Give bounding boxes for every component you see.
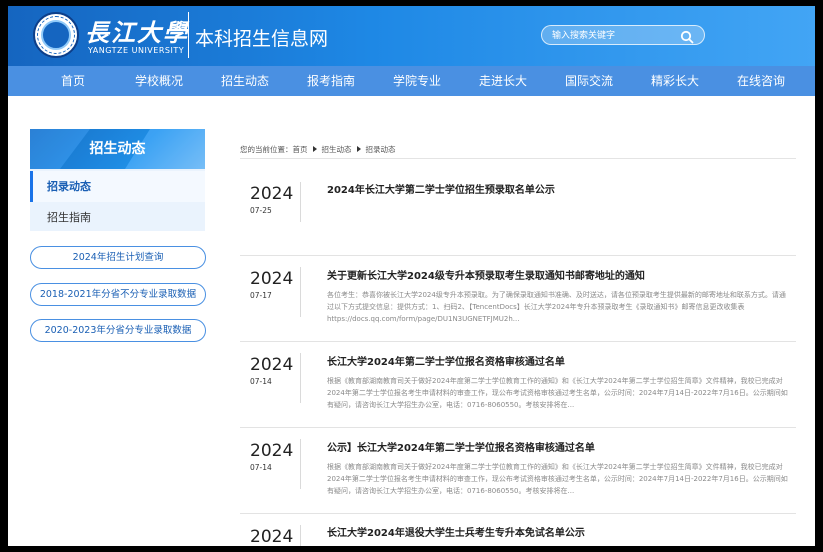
main-nav: 首页 学校概况 招生动态 报考指南 学院专业 走进长大 国际交流 精彩长大 在线… (8, 66, 815, 96)
article-title[interactable]: 长江大学2024年退役大学生士兵考生专升本免试名单公示 (327, 524, 789, 539)
breadcrumb-prefix: 您的当前位置： (240, 145, 293, 154)
nav-item-home[interactable]: 首页 (30, 66, 116, 96)
nav-item-application-guide[interactable]: 报考指南 (288, 66, 374, 96)
logo-chinese-name[interactable]: 長江大學 (85, 13, 189, 48)
date-divider (300, 267, 301, 317)
article-date: 07-14 (250, 377, 272, 386)
article-date: 07-17 (250, 291, 272, 300)
plan-query-button[interactable]: 2024年招生计划查询 (30, 246, 206, 269)
nav-item-explore[interactable]: 走进长大 (460, 66, 546, 96)
breadcrumb: 您的当前位置：首页 招生动态 招录动态 (240, 144, 396, 155)
breadcrumb-current[interactable]: 招录动态 (366, 145, 396, 154)
date-divider (300, 439, 301, 489)
breadcrumb-arrow-icon (312, 146, 317, 152)
article-summary: 各位考生：恭喜你被长江大学2024级专升本预录取。为了确保录取通知书准确、及时送… (327, 291, 786, 323)
article-separator (240, 255, 796, 256)
sidebar-item-admission-news[interactable]: 招录动态 (30, 171, 205, 202)
article-year: 2024 (250, 527, 294, 546)
date-divider (300, 182, 301, 222)
breadcrumb-home[interactable]: 首页 (293, 145, 308, 154)
article-year: 2024 (250, 441, 294, 461)
nav-item-online-consult[interactable]: 在线咨询 (718, 66, 804, 96)
nav-item-about[interactable]: 学校概况 (116, 66, 202, 96)
article-date: 07-25 (250, 206, 272, 215)
breadcrumb-admission-news[interactable]: 招生动态 (322, 145, 352, 154)
article-date: 07-14 (250, 463, 272, 472)
province-admission-data-button[interactable]: 2018-2021年分省不分专业录取数据 (30, 283, 206, 306)
article-separator (240, 427, 796, 428)
sidebar-menu: 招录动态 招生指南 (30, 169, 205, 231)
article-separator (240, 341, 796, 342)
article-title[interactable]: 关于更新长江大学2024级专升本预录取考生录取通知书邮寄地址的通知 (327, 267, 789, 282)
search-icon[interactable] (680, 29, 694, 44)
site-header: 長江大學 YANGTZE UNIVERSITY 本科招生信息网 (8, 6, 815, 66)
page: 長江大學 YANGTZE UNIVERSITY 本科招生信息网 首页 学校概况 … (8, 6, 815, 546)
sidebar-item-admission-guide[interactable]: 招生指南 (30, 202, 205, 233)
article-year: 2024 (250, 184, 294, 204)
breadcrumb-arrow-icon (356, 146, 361, 152)
sidebar-heading: 招生动态 (30, 129, 205, 169)
sidebar-heading-text: 招生动态 (89, 141, 146, 157)
article-year: 2024 (250, 355, 294, 375)
nav-item-international[interactable]: 国际交流 (546, 66, 632, 96)
article-title[interactable]: 长江大学2024年第二学士学位报名资格审核通过名单 (327, 353, 789, 368)
article-separator (240, 513, 796, 514)
search-input[interactable] (552, 28, 677, 43)
major-admission-data-button[interactable]: 2020-2023年分省分专业录取数据 (30, 319, 206, 342)
logo-english-name: YANGTZE UNIVERSITY (88, 46, 185, 55)
article-year: 2024 (250, 269, 294, 289)
breadcrumb-divider (240, 158, 796, 159)
seal-emblem (41, 20, 71, 50)
university-seal-logo[interactable] (33, 12, 79, 58)
site-title: 本科招生信息网 (195, 28, 329, 50)
date-divider (300, 525, 301, 546)
article-summary: 根据《教育部湖南教育司关于做好2024年度第二学士学位教育工作的通知》和《长江大… (327, 463, 788, 495)
nav-item-majors[interactable]: 学院专业 (374, 66, 460, 96)
article-summary: 根据《教育部湖南教育司关于做好2024年度第二学士学位教育工作的通知》和《长江大… (327, 377, 788, 409)
article-title[interactable]: 公示】长江大学2024年第二学士学位报名资格审核通过名单 (327, 439, 789, 454)
article-title[interactable]: 2024年长江大学第二学士学位招生预录取名单公示 (327, 181, 789, 196)
nav-item-highlights[interactable]: 精彩长大 (632, 66, 718, 96)
date-divider (300, 353, 301, 403)
search-box (541, 25, 705, 45)
nav-item-admission-news[interactable]: 招生动态 (202, 66, 288, 96)
logo-divider (188, 12, 189, 58)
